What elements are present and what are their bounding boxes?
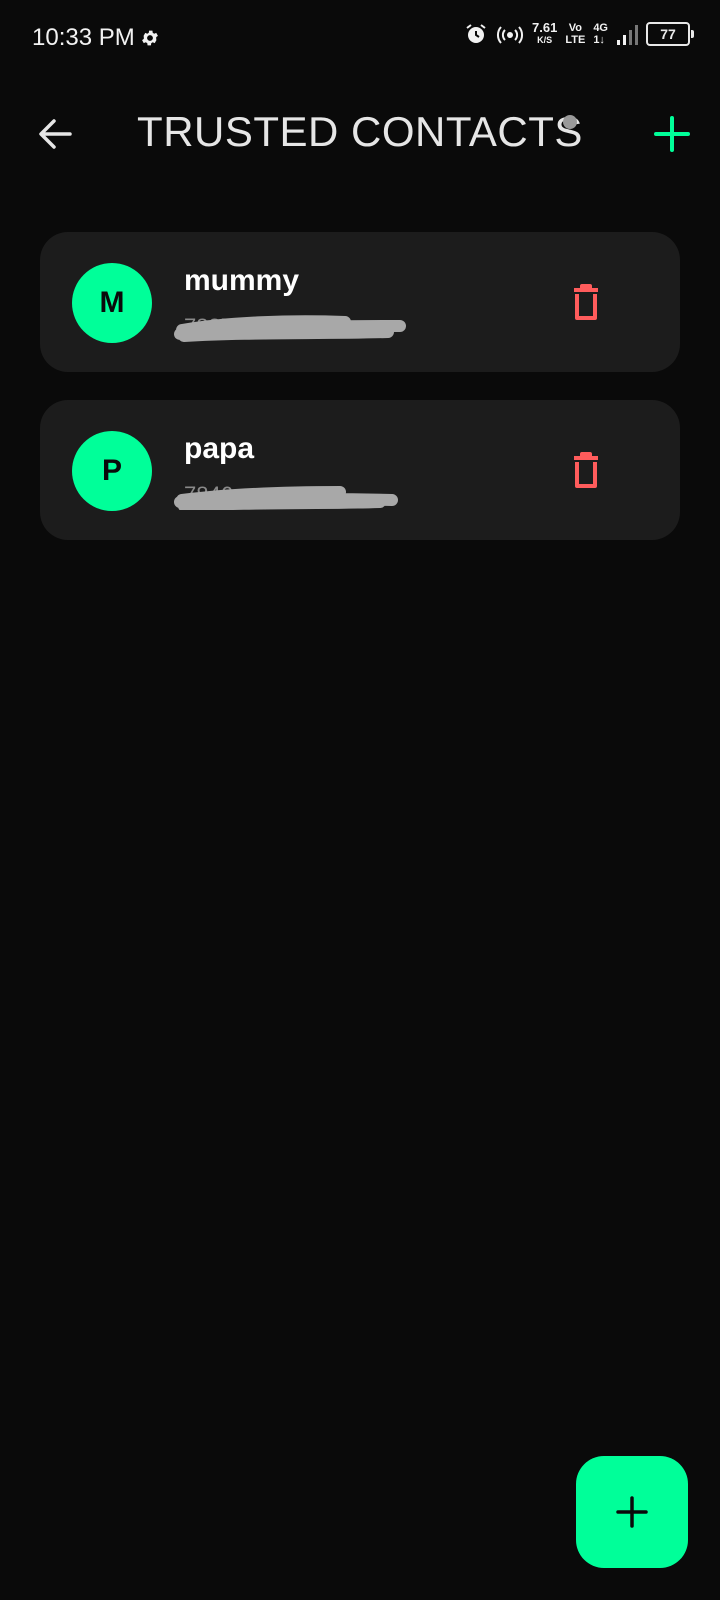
page-title: TRUSTED CONTACTS (137, 108, 583, 155)
speed-value: 7.61 (532, 20, 558, 35)
volte-top: Vo (568, 22, 582, 34)
status-bar: 10:33 PM 7.61 K/S Vo LTE 4G 1↓ 77 (0, 0, 720, 80)
network-speed: 7.61 K/S (532, 20, 558, 46)
battery-icon: 77 (646, 22, 694, 46)
volte-indicator: Vo LTE (565, 22, 585, 46)
network-top: 4G (593, 22, 608, 34)
speed-unit: K/S (537, 35, 553, 45)
redaction-scribble (174, 486, 398, 510)
redaction-scribble (174, 315, 406, 342)
network-bottom: 1↓ (593, 34, 605, 46)
network-type: 4G 1↓ (593, 22, 608, 46)
contact-card[interactable]: P papa 7846 (40, 400, 680, 540)
contact-name: mummy (184, 264, 300, 297)
avatar: M (72, 263, 152, 343)
contact-card[interactable]: M mummy 7887 (40, 232, 680, 372)
volte-bottom: LTE (565, 34, 586, 46)
delete-button[interactable] (566, 280, 606, 324)
trash-icon (574, 452, 598, 488)
alarm-icon (464, 22, 488, 46)
contact-name: papa (184, 432, 255, 465)
gear-icon (140, 28, 160, 53)
plus-icon (616, 1496, 648, 1528)
trash-icon (574, 284, 598, 320)
plus-icon (654, 116, 690, 152)
delete-button[interactable] (566, 448, 606, 492)
signal-icon (616, 22, 638, 46)
status-time: 10:33 PM (32, 24, 135, 51)
add-contact-fab[interactable] (576, 1456, 688, 1568)
notification-dot (563, 115, 577, 129)
add-contact-button[interactable] (652, 114, 692, 154)
hotspot-icon (496, 22, 524, 46)
avatar: P (72, 431, 152, 511)
status-icons: 7.61 K/S Vo LTE 4G 1↓ 77 (464, 20, 694, 46)
